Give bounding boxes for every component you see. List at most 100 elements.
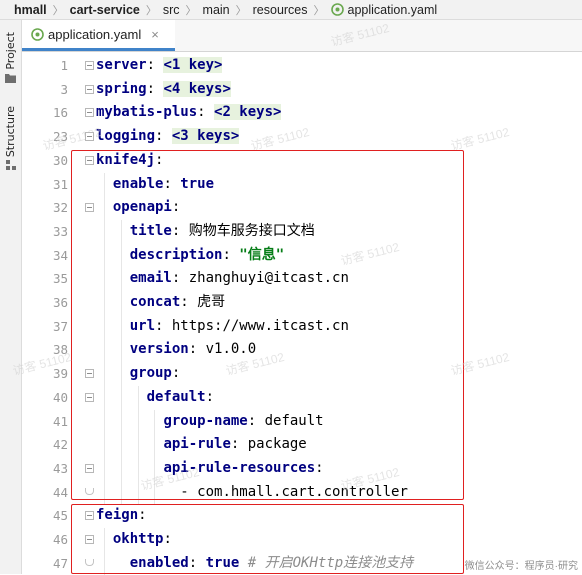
yaml-colon: :: [180, 294, 198, 310]
yaml-value: true: [205, 554, 240, 571]
folded-region-placeholder[interactable]: <4 keys>: [163, 80, 231, 97]
fold-toggle-icon[interactable]: [85, 392, 94, 402]
corner-watermark: 微信公众号：程序员·研究: [464, 561, 578, 572]
yaml-key: mybatis-plus: [96, 104, 198, 121]
fold-end-icon[interactable]: [85, 558, 94, 566]
yaml-key: okhttp: [112, 531, 164, 547]
code-line[interactable]: description: "信息": [130, 244, 284, 268]
fold-toggle-icon[interactable]: [85, 84, 94, 94]
breadcrumb-item-main[interactable]: main: [203, 0, 230, 19]
breadcrumb-item-hmall[interactable]: hmall: [0, 0, 47, 19]
code-line[interactable]: group:: [130, 362, 181, 386]
breadcrumb-label: main: [202, 2, 230, 17]
code-line[interactable]: title: 购物车服务接口文档: [130, 220, 315, 244]
code-line[interactable]: enabled: true # 开启OKHttp连接池支持: [130, 552, 413, 575]
code-line[interactable]: url: https://www.itcast.cn: [130, 315, 349, 339]
chevron-right-icon: 〉: [235, 4, 247, 17]
list-dash: -: [180, 483, 198, 500]
code-line[interactable]: spring: <4 keys>: [96, 78, 231, 102]
fold-toggle-icon[interactable]: [85, 463, 94, 473]
yaml-key: feign: [96, 507, 139, 524]
structure-tool-tab[interactable]: Structure: [2, 106, 19, 171]
fold-toggle-icon[interactable]: [85, 511, 94, 521]
yaml-key: openapi: [112, 199, 172, 216]
breadcrumb-item-src[interactable]: src: [163, 0, 180, 19]
yaml-key: email: [129, 270, 172, 287]
yaml-file-icon: [31, 27, 44, 41]
line-number: 40: [52, 389, 68, 405]
breadcrumb: hmall 〉 cart-service 〉 src 〉 main 〉 reso…: [0, 0, 582, 20]
editor-tab-bar: application.yaml ×: [22, 20, 582, 52]
yaml-value: zhanghuyi@itcast.cn: [188, 270, 349, 287]
code-line[interactable]: mybatis-plus: <2 keys>: [96, 101, 282, 125]
fold-toggle-icon[interactable]: [85, 61, 94, 70]
line-number: 46: [52, 532, 68, 547]
breadcrumb-label: resources: [252, 2, 308, 17]
fold-toggle-icon[interactable]: [85, 108, 94, 118]
code-line[interactable]: api-rule: package: [163, 433, 306, 457]
yaml-file-icon: [330, 3, 344, 16]
line-number: 32: [52, 200, 68, 216]
yaml-key: group-name: [163, 412, 248, 429]
code-line[interactable]: email: zhanghuyi@itcast.cn: [130, 267, 349, 291]
yaml-colon: :: [155, 128, 172, 145]
line-number: 3: [60, 81, 68, 97]
yaml-key: api-rule: [163, 436, 231, 453]
yaml-colon: :: [163, 531, 172, 547]
yaml-key: logging: [96, 128, 156, 145]
yaml-colon: :: [205, 388, 215, 405]
code-line[interactable]: openapi:: [113, 196, 180, 220]
code-line[interactable]: enable: true: [113, 173, 214, 197]
code-line[interactable]: feign:: [96, 504, 147, 528]
yaml-value: "信息": [239, 246, 285, 263]
breadcrumb-item-cart-service[interactable]: cart-service: [70, 0, 140, 19]
project-tool-tab[interactable]: Project: [2, 32, 19, 83]
yaml-key: url: [129, 317, 156, 334]
yaml-colon: :: [171, 222, 189, 239]
chevron-right-icon: 〉: [145, 4, 157, 17]
fold-toggle-icon[interactable]: [85, 369, 94, 379]
tab-application-yaml[interactable]: application.yaml ×: [22, 20, 175, 51]
indent-guide: [120, 219, 122, 505]
yaml-key: knife4j: [96, 151, 156, 168]
yaml-value: com.hmall.cart.controller: [197, 483, 408, 500]
code-line[interactable]: server: <1 key>: [96, 54, 223, 78]
chevron-right-icon: 〉: [185, 4, 197, 17]
indent-guide: [103, 172, 105, 505]
yaml-colon: :: [171, 365, 181, 382]
breadcrumb-item-application-yaml[interactable]: application.yaml: [330, 0, 437, 19]
yaml-value: true: [180, 175, 215, 192]
line-number: 37: [52, 318, 68, 334]
code-line[interactable]: group-name: default: [163, 410, 323, 434]
fold-end-icon[interactable]: [85, 487, 94, 495]
code-line[interactable]: okhttp:: [113, 528, 172, 552]
yaml-colon: :: [155, 317, 172, 334]
fold-toggle-icon[interactable]: [85, 535, 94, 544]
yaml-colon: :: [197, 104, 215, 121]
code-line[interactable]: knife4j:: [96, 149, 163, 173]
code-line[interactable]: logging: <3 keys>: [96, 125, 240, 149]
yaml-value: default: [264, 412, 324, 429]
folded-region-placeholder[interactable]: <2 keys>: [214, 104, 282, 121]
yaml-value: package: [247, 436, 307, 453]
breadcrumb-item-resources[interactable]: resources: [253, 0, 308, 19]
fold-toggle-icon[interactable]: [85, 155, 94, 165]
fold-toggle-icon[interactable]: [85, 132, 94, 142]
yaml-colon: :: [171, 199, 181, 216]
code-line[interactable]: concat: 虎哥: [130, 291, 225, 315]
line-number: 42: [52, 437, 68, 453]
tab-title: application.yaml: [48, 26, 142, 42]
close-icon[interactable]: ×: [151, 27, 159, 42]
line-number: 33: [52, 223, 68, 239]
code-line[interactable]: default:: [147, 386, 214, 410]
folded-region-placeholder[interactable]: <3 keys>: [171, 128, 240, 145]
yaml-colon: :: [155, 151, 164, 168]
yaml-key: default: [146, 388, 206, 405]
folded-region-placeholder[interactable]: <1 key>: [163, 57, 223, 73]
structure-tab-label: Structure: [4, 106, 17, 158]
yaml-colon: :: [188, 341, 206, 358]
fold-toggle-icon[interactable]: [85, 203, 94, 213]
yaml-value: https://www.itcast.cn: [171, 317, 349, 334]
folder-icon: [5, 73, 16, 83]
line-number: 44: [52, 484, 68, 500]
